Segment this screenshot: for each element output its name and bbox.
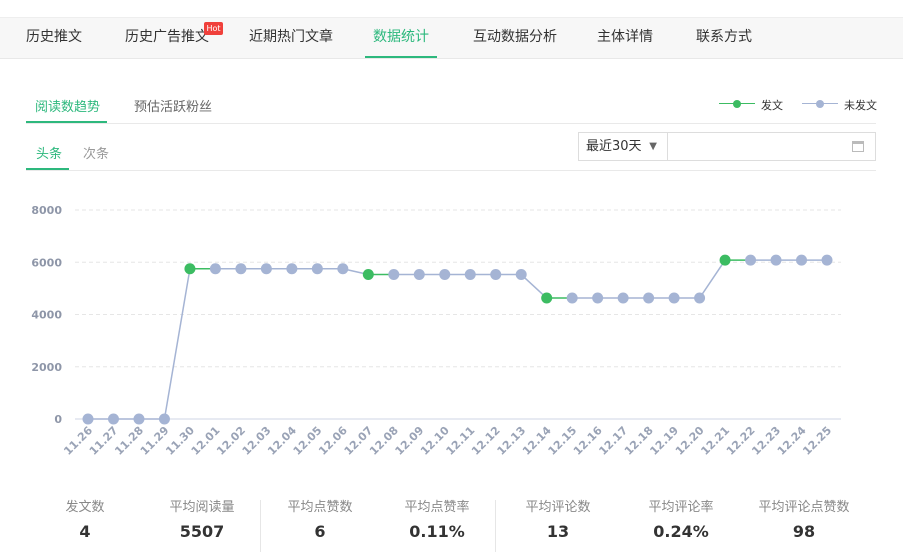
data-point: [617, 292, 629, 304]
data-point: [668, 292, 680, 304]
y-tick-label: 0: [54, 413, 62, 426]
data-point: [694, 292, 706, 304]
x-tick-label: 12.25: [800, 424, 834, 458]
tab-contact[interactable]: 联系方式: [696, 18, 752, 58]
legend-not-posted-label: 未发文: [844, 99, 877, 112]
stat-value: 6: [314, 522, 326, 541]
data-point: [209, 263, 221, 275]
tab-interaction-analysis[interactable]: 互动数据分析: [473, 18, 557, 58]
read-trend-chart: 0200040006000800011.2611.2711.2811.2911.…: [31, 204, 841, 458]
tab-hot-articles[interactable]: 近期热门文章: [249, 18, 333, 58]
stat-label: 平均评论率: [648, 500, 714, 515]
data-point: [311, 263, 323, 275]
stat-value: 5507: [179, 522, 225, 541]
data-point: [592, 292, 604, 304]
tab-history-ad-posts[interactable]: 历史广告推文: [125, 18, 209, 58]
date-range-input[interactable]: [667, 132, 876, 161]
stat-like-rate: 平均点赞率 0.11%: [377, 498, 497, 544]
y-tick-label: 2000: [31, 361, 62, 374]
data-point: [235, 263, 247, 275]
legend-posted-label: 发文: [761, 99, 783, 112]
data-point-posted: [184, 263, 196, 275]
data-point: [745, 254, 757, 266]
data-point-posted: [541, 292, 553, 304]
data-point: [439, 269, 451, 281]
data-point: [133, 413, 145, 425]
stat-label: 平均评论数: [525, 500, 591, 515]
stat-comment-rate: 平均评论率 0.24%: [621, 498, 741, 544]
series-line-segment: [698, 259, 726, 299]
stat-avg-reads: 平均阅读量 5507: [142, 498, 262, 544]
data-point: [464, 269, 476, 281]
tab-data-stats[interactable]: 数据统计: [365, 18, 437, 58]
tab-history-posts[interactable]: 历史推文: [26, 18, 82, 58]
data-point: [490, 269, 502, 281]
legend-posted-marker: [733, 100, 741, 108]
stat-value: 0.24%: [653, 522, 709, 541]
stat-label: 平均点赞数: [287, 500, 353, 515]
data-point: [643, 292, 655, 304]
stat-label: 平均评论点赞数: [758, 500, 850, 515]
y-tick-label: 4000: [31, 309, 62, 322]
data-point: [82, 413, 94, 425]
data-point: [260, 263, 272, 275]
stat-label: 平均阅读量: [169, 500, 235, 515]
stat-value: 4: [79, 522, 91, 541]
data-point: [286, 263, 298, 275]
data-point: [107, 413, 119, 425]
data-point: [796, 254, 808, 266]
subtab-bar: 阅读数趋势 预估活跃粉丝: [26, 88, 876, 124]
y-tick-label: 8000: [31, 204, 62, 217]
caret-down-icon: ▼: [649, 141, 657, 152]
calendar-icon: [852, 141, 864, 152]
stat-value: 13: [546, 522, 570, 541]
top-nav: 历史推文 历史广告推文 近期热门文章 数据统计 互动数据分析 主体详情 联系方式: [0, 17, 903, 59]
stat-avg-likes: 平均点赞数 6: [260, 498, 380, 544]
data-point-posted: [719, 254, 731, 266]
tab-headline[interactable]: 头条: [36, 143, 62, 162]
data-point: [413, 269, 425, 281]
subtab-active-fans[interactable]: 预估活跃粉丝: [134, 96, 212, 115]
data-point-posted: [362, 269, 374, 281]
stat-value: 0.11%: [409, 522, 465, 541]
stat-value: 98: [792, 522, 816, 541]
stat-label: 平均点赞率: [404, 500, 470, 515]
stat-post-count: 发文数 4: [25, 498, 145, 544]
range-select-value: 最近30天: [586, 139, 642, 154]
data-point: [337, 263, 349, 275]
tab-entity-details[interactable]: 主体详情: [597, 18, 653, 58]
tab-secondary[interactable]: 次条: [83, 143, 109, 162]
data-point: [566, 292, 578, 304]
data-point: [388, 269, 400, 281]
subtab-read-trend[interactable]: 阅读数趋势: [35, 96, 100, 115]
stat-avg-comments: 平均评论数 13: [498, 498, 618, 544]
range-select[interactable]: 最近30天 ▼: [578, 132, 668, 161]
type-tab-underline: [26, 168, 69, 170]
subtab-underline: [26, 121, 107, 123]
hot-badge: Hot: [204, 22, 223, 35]
stat-label: 发文数: [65, 500, 105, 515]
series-line-segment: [163, 268, 191, 420]
stat-avg-comment-likes: 平均评论点赞数 98: [744, 498, 864, 544]
data-point: [821, 254, 833, 266]
legend-not-posted-marker: [816, 100, 824, 108]
data-point: [770, 254, 782, 266]
stat-divider: [495, 500, 496, 552]
stats-bar: 发文数 4 平均阅读量 5507 平均点赞数 6 平均点赞率 0.11% 平均评…: [0, 498, 903, 554]
data-point: [515, 269, 527, 281]
data-point: [158, 413, 170, 425]
y-tick-label: 6000: [31, 256, 62, 269]
